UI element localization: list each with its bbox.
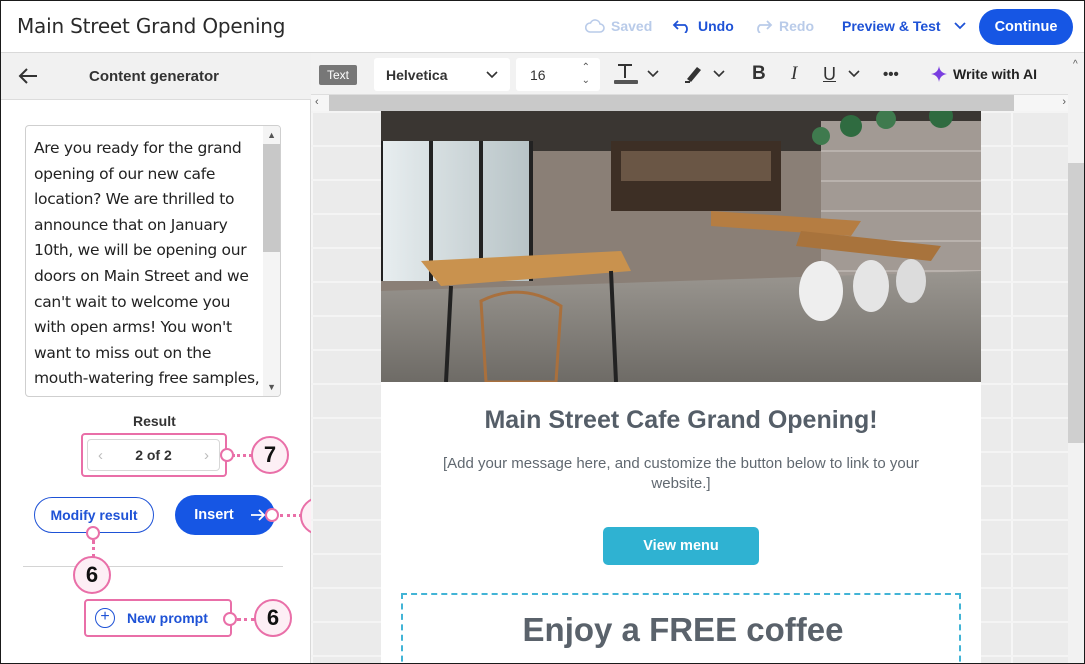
text-color-button[interactable] [613, 63, 659, 85]
sparkle-icon [931, 66, 947, 82]
result-pager: ‹ 2 of 2 › [87, 439, 220, 471]
undo-button[interactable]: Undo [672, 18, 734, 34]
chevron-down-icon [953, 22, 966, 30]
scroll-right-icon[interactable]: › [1062, 96, 1066, 108]
callout-dot [265, 508, 279, 522]
new-prompt-button[interactable]: + New prompt [84, 599, 232, 637]
cloud-icon [585, 19, 605, 33]
redo-button[interactable]: Redo [753, 18, 814, 34]
preview-label: Preview & Test [842, 18, 941, 34]
cafe-hero-image[interactable] [381, 111, 981, 382]
result-highlight: ‹ 2 of 2 › [81, 433, 227, 477]
font-family-select[interactable]: Helvetica [374, 58, 510, 91]
chevron-down-icon [486, 70, 498, 78]
underline-button[interactable]: U [823, 63, 860, 85]
preview-test-dropdown[interactable]: Preview & Test [842, 18, 967, 34]
insert-button[interactable]: Insert [175, 495, 275, 535]
divider [23, 566, 283, 567]
new-prompt-label: New prompt [127, 610, 208, 626]
text-scrollbar[interactable]: ▲ ▼ [263, 126, 280, 396]
email-heading[interactable]: Main Street Cafe Grand Opening! [381, 406, 981, 435]
scrollbar-thumb[interactable] [263, 144, 280, 252]
more-options-icon[interactable]: ••• [883, 63, 899, 85]
panel-header: Content generator [1, 53, 311, 100]
scroll-down-icon[interactable]: ▼ [267, 382, 276, 392]
saved-label: Saved [611, 18, 653, 34]
app-window: Main Street Grand Opening Saved Undo Red… [0, 0, 1085, 664]
callout-6-modify: 6 [73, 556, 111, 594]
undo-label: Undo [698, 18, 734, 34]
callout-7: 7 [251, 436, 289, 474]
panel-title: Content generator [89, 68, 220, 85]
write-ai-label: Write with AI [953, 66, 1037, 82]
email-body-text[interactable]: [Add your message here, and customize th… [421, 454, 941, 494]
redo-label: Redo [779, 18, 814, 34]
generated-text: Are you ready for the grand opening of o… [34, 139, 260, 388]
callout-connector [232, 454, 252, 457]
saved-status: Saved [585, 18, 652, 34]
result-counter: 2 of 2 [135, 447, 172, 463]
content-generator-panel: Content generator Are you ready for the … [1, 53, 311, 663]
top-bar: Main Street Grand Opening Saved Undo Red… [1, 1, 1084, 53]
chevron-down-icon [713, 70, 725, 78]
callout-connector [237, 618, 255, 621]
scroll-left-icon[interactable]: ‹ [315, 96, 319, 108]
size-stepper-icon[interactable]: ⌃ ⌄ [582, 61, 590, 87]
font-size-value: 16 [530, 66, 546, 83]
highlighter-icon [685, 67, 701, 83]
campaign-title: Main Street Grand Opening [17, 14, 286, 38]
horizontal-scroll-thumb[interactable] [329, 95, 1014, 111]
email-preview: Main Street Cafe Grand Opening! [Add you… [381, 111, 981, 663]
selected-text-block[interactable]: Enjoy a FREE coffee [401, 593, 963, 663]
chevron-down-icon [848, 70, 860, 78]
font-size-select[interactable]: 16 ⌃ ⌄ [516, 58, 600, 91]
chevron-right-icon[interactable]: › [204, 447, 209, 464]
continue-button[interactable]: Continue [979, 9, 1073, 45]
underline-icon: U [823, 63, 836, 84]
horizontal-scrollbar[interactable]: ‹ › [311, 95, 1072, 111]
bold-icon[interactable]: B [752, 63, 766, 85]
scroll-up-icon[interactable]: ▲ [267, 130, 276, 140]
chevron-left-icon[interactable]: ‹ [98, 447, 103, 464]
italic-icon[interactable]: I [791, 63, 797, 85]
callout-dot [86, 526, 100, 540]
back-arrow-icon[interactable] [17, 65, 39, 87]
callout-6-new-prompt: 6 [254, 599, 292, 637]
callout-dot [223, 612, 237, 626]
promo-heading[interactable]: Enjoy a FREE coffee [403, 611, 963, 649]
highlight-button[interactable] [683, 63, 725, 85]
chevron-down-icon [647, 70, 659, 78]
scroll-up-icon[interactable]: ^ [1073, 59, 1078, 70]
undo-icon [672, 20, 688, 33]
vertical-scroll-thumb[interactable] [1068, 163, 1084, 443]
font-family-value: Helvetica [386, 66, 448, 83]
block-type-tag: Text [319, 65, 357, 85]
plus-circle-icon: + [95, 608, 115, 628]
callout-connector [280, 514, 302, 517]
arrow-right-icon [250, 509, 266, 521]
vertical-scrollbar[interactable]: ^ [1068, 53, 1084, 663]
redo-icon [757, 20, 773, 33]
view-menu-button[interactable]: View menu [603, 527, 759, 565]
format-toolbar: Text Helvetica 16 ⌃ ⌄ B I U ••• Write wit… [311, 53, 1084, 95]
result-label: Result [133, 413, 176, 429]
write-with-ai-button[interactable]: Write with AI [931, 66, 1037, 82]
insert-label: Insert [194, 507, 234, 523]
text-color-icon [614, 64, 638, 84]
callout-dot [220, 448, 234, 462]
generated-text-area[interactable]: Are you ready for the grand opening of o… [25, 125, 281, 397]
